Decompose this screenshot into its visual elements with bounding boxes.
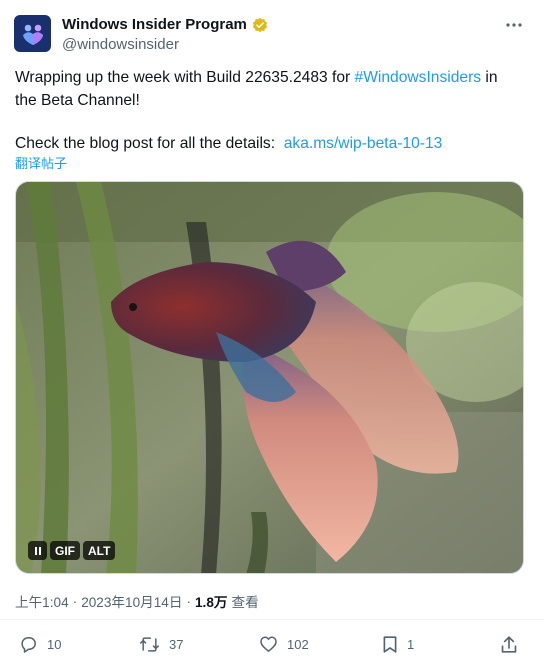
retweet-icon	[140, 636, 159, 652]
alt-badge[interactable]: ALT	[83, 541, 116, 560]
reply-button[interactable]: 10	[19, 632, 61, 656]
bookmark-icon	[383, 635, 397, 653]
share-icon	[501, 635, 517, 653]
pause-icon[interactable]	[28, 541, 47, 560]
blog-link[interactable]: aka.ms/wip-beta-10-13	[284, 135, 443, 152]
media-gif[interactable]: GIF ALT	[15, 181, 524, 574]
author-handle[interactable]: @windowsinsider	[62, 36, 179, 53]
tweet-text-prefix: Wrapping up the week with Build 22635.24…	[15, 69, 355, 86]
tweet-text-line-2: the Beta Channel!	[15, 92, 140, 109]
retweet-button[interactable]: 37	[139, 632, 183, 656]
avatar[interactable]	[14, 15, 51, 52]
tweet-time[interactable]: 上午1:04	[15, 591, 69, 611]
divider	[0, 619, 544, 620]
views-count: 1.8万	[194, 595, 228, 610]
retweet-count: 37	[169, 636, 184, 652]
share-button[interactable]	[500, 632, 518, 656]
meta-separator: ·	[186, 593, 191, 609]
hashtag-link[interactable]: #WindowsInsiders	[355, 69, 482, 86]
tweet-text-line-1: Wrapping up the week with Build 22635.24…	[15, 66, 525, 89]
author-display-name[interactable]: Windows Insider Program	[62, 16, 247, 33]
verified-badge-icon	[252, 17, 268, 33]
tweet-text-line-3: Check the blog post for all the details:…	[15, 132, 525, 155]
tweet-text: Wrapping up the week with Build 22635.24…	[15, 66, 525, 155]
gif-badge[interactable]: GIF	[50, 541, 80, 560]
tweet-meta: 上午1:04 · 2023年10月14日 · 1.8万 查看	[15, 591, 259, 611]
betta-fish-image	[16, 182, 523, 573]
blog-prefix: Check the blog post for all the details:	[15, 135, 284, 152]
tweet-text-suffix: in	[481, 69, 498, 86]
author-name-row[interactable]: Windows Insider Program	[62, 16, 268, 33]
reply-count: 10	[47, 636, 62, 652]
action-bar: 10 37 102 1	[0, 632, 544, 656]
tweet-date[interactable]: 2023年10月14日	[81, 591, 182, 611]
translate-post-link[interactable]: 翻译帖子	[15, 153, 67, 172]
views-label: 查看	[231, 595, 259, 610]
bookmark-count: 1	[407, 636, 415, 652]
more-options-icon[interactable]	[504, 17, 524, 33]
like-button[interactable]: 102	[259, 632, 309, 656]
bookmark-button[interactable]: 1	[382, 632, 414, 656]
reply-icon	[21, 636, 36, 653]
like-count: 102	[287, 636, 309, 652]
meta-separator: ·	[72, 593, 78, 609]
heart-icon	[260, 636, 277, 652]
windows-insider-people-icon	[22, 24, 43, 45]
media-controls: GIF ALT	[28, 541, 116, 560]
